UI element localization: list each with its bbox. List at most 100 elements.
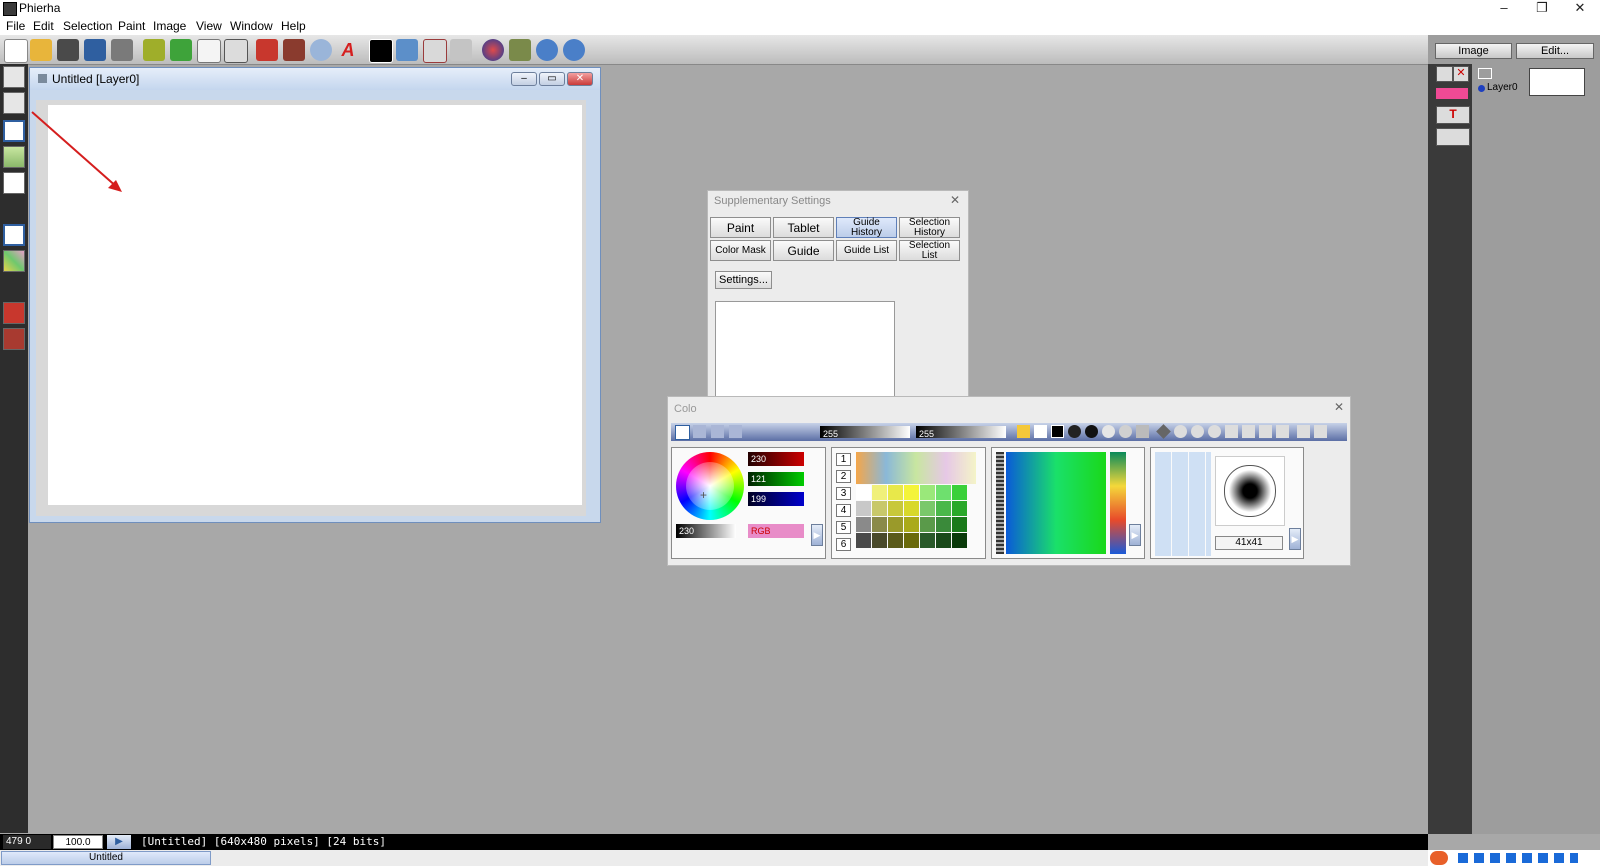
soft-brush-icon[interactable] [1119, 425, 1132, 438]
palette-tab-6[interactable]: 6 [836, 538, 851, 551]
gradient-scale[interactable] [996, 452, 1004, 554]
pencil-tool-icon[interactable] [3, 92, 25, 114]
diamond-icon[interactable] [1156, 424, 1171, 439]
print-icon[interactable] [111, 39, 133, 61]
selection-list-button[interactable]: Selection List [899, 240, 960, 261]
tablet-button[interactable]: Tablet [773, 217, 834, 238]
menu-image[interactable]: Image [153, 19, 186, 33]
palette-tab-4[interactable]: 4 [836, 504, 851, 517]
green-slider[interactable]: 121 [748, 472, 804, 486]
color-wheel-mode-icon[interactable] [675, 425, 690, 440]
picker-expand-icon[interactable]: ▶ [811, 524, 823, 546]
menu-view[interactable]: View [196, 19, 222, 33]
palette-tab-3[interactable]: 3 [836, 487, 851, 500]
zoom-play-icon[interactable]: ▶ [107, 835, 131, 849]
palette-tab-2[interactable]: 2 [836, 470, 851, 483]
circle-brush-icon[interactable] [1068, 425, 1081, 438]
copy-icon[interactable] [197, 39, 221, 63]
rotate-right-icon[interactable] [1208, 425, 1221, 438]
paste-small-icon[interactable] [1259, 425, 1272, 438]
menu-file[interactable]: File [6, 19, 25, 33]
palette-tab-5[interactable]: 5 [836, 521, 851, 534]
text-a-icon[interactable]: A [337, 39, 359, 61]
deselect-icon[interactable] [3, 224, 25, 246]
task-untitled[interactable]: Untitled [1, 851, 211, 865]
gradient-tool-icon[interactable] [3, 146, 25, 168]
star-icon[interactable] [1225, 425, 1238, 438]
new-layer-icon[interactable] [1436, 66, 1453, 82]
pencil-small-icon[interactable] [1314, 425, 1327, 438]
lasso-icon[interactable] [1102, 425, 1115, 438]
color-mode-2-icon[interactable] [693, 425, 706, 438]
grid-globe-icon[interactable] [1174, 425, 1187, 438]
doc-close-button[interactable]: ✕ [567, 72, 593, 86]
text-layer-icon[interactable]: T [1436, 106, 1470, 124]
selection-history-button[interactable]: Selection History [899, 217, 960, 238]
color-swatch-grid[interactable] [856, 485, 976, 551]
color-window-close-icon[interactable]: ✕ [1334, 400, 1344, 414]
color-mode-3-icon[interactable] [711, 425, 724, 438]
image-icon[interactable] [396, 39, 418, 61]
gray-slider[interactable]: 230 [676, 524, 736, 538]
gradient-expand-icon[interactable]: ▶ [1129, 524, 1141, 546]
paste-icon[interactable] [224, 39, 248, 63]
tab-image[interactable]: Image [1435, 43, 1512, 59]
minimize-button[interactable]: – [1487, 0, 1521, 17]
brush-preset-strip[interactable] [856, 452, 976, 484]
blob-brush-icon[interactable] [1085, 425, 1098, 438]
color-wheel[interactable]: + [676, 452, 744, 520]
restore-button[interactable]: ❐ [1525, 0, 1559, 17]
color-mask-button[interactable]: Color Mask [710, 240, 771, 261]
brush-size-field[interactable]: 41x41 [1215, 536, 1283, 550]
color-mask-icon[interactable] [3, 250, 25, 272]
canvas[interactable] [48, 105, 582, 505]
tray-icons[interactable] [1458, 853, 1578, 863]
line-icon[interactable] [1034, 425, 1047, 438]
zoom-field[interactable]: 100.0 [53, 835, 103, 849]
zoom-out-icon[interactable] [563, 39, 585, 61]
shape-tool-icon[interactable] [3, 172, 25, 194]
copy-small-icon[interactable] [1242, 425, 1255, 438]
paint-button[interactable]: Paint [710, 217, 771, 238]
black-color-icon[interactable] [369, 39, 393, 63]
blue-slider[interactable]: 199 [748, 492, 804, 506]
brush-shape-grid[interactable] [1155, 452, 1211, 556]
pen-small-icon[interactable] [1297, 425, 1310, 438]
gradient-field[interactable] [1006, 452, 1106, 554]
globe-icon[interactable] [482, 39, 504, 61]
rect-select-icon[interactable] [3, 120, 25, 142]
open-folder-icon[interactable] [30, 39, 52, 61]
bucket-icon[interactable] [1276, 425, 1289, 438]
stamp-icon[interactable] [283, 39, 305, 61]
layer-thumbnail[interactable] [1529, 68, 1585, 96]
tab-edit[interactable]: Edit... [1516, 43, 1594, 59]
density-slider[interactable]: 255 [916, 426, 1006, 439]
clipboard-icon[interactable] [450, 39, 472, 61]
menu-window[interactable]: Window [230, 19, 273, 33]
layers-small-icon[interactable] [1136, 425, 1149, 438]
dropper-icon[interactable] [1017, 425, 1030, 438]
layer-visibility-icon[interactable] [1478, 68, 1492, 79]
settings-button[interactable]: Settings... [715, 271, 772, 289]
menu-help[interactable]: Help [281, 19, 306, 33]
layer-name[interactable]: Layer0 [1487, 82, 1518, 93]
merge-layer-icon[interactable] [1436, 128, 1470, 146]
ime-logo-icon[interactable] [1430, 851, 1448, 865]
stamp-tool-icon[interactable] [3, 302, 25, 324]
brush-tool-icon[interactable] [509, 39, 531, 61]
undo-icon[interactable] [143, 39, 165, 61]
palette-tab-1[interactable]: 1 [836, 453, 851, 466]
layer-icon[interactable] [423, 39, 447, 63]
layer-color-swatch[interactable] [1436, 88, 1468, 99]
color-mode-4-icon[interactable] [729, 425, 742, 438]
smudge-tool-icon[interactable] [3, 328, 25, 350]
gradient-bar[interactable] [1110, 452, 1126, 554]
opacity-slider[interactable]: 255 [820, 426, 910, 439]
new-file-icon[interactable] [4, 39, 28, 63]
doc-minimize-button[interactable]: – [511, 72, 537, 86]
guide-button[interactable]: Guide [773, 240, 834, 261]
redo-icon[interactable] [170, 39, 192, 61]
bw-swap-icon[interactable] [1051, 425, 1064, 438]
red-slider[interactable]: 230 [748, 452, 804, 466]
current-color-swatch[interactable]: RGB [748, 524, 804, 538]
